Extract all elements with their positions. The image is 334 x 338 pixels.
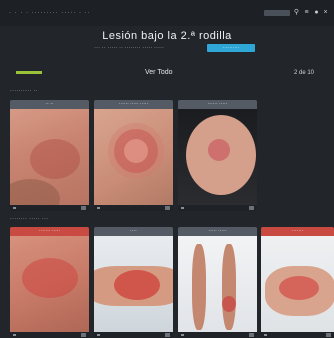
card-image[interactable] bbox=[10, 109, 89, 205]
section-title: ·········· ·· bbox=[10, 88, 38, 94]
image-card[interactable]: ······ ····· ····· bbox=[94, 100, 173, 211]
top-bar: · · · · ········· ····· · ·· ⚲ ≡ ● × bbox=[0, 0, 334, 26]
pagination-label: 2 de 10 bbox=[294, 70, 315, 76]
card-caption: ······ ····· bbox=[178, 100, 257, 109]
card-footer bbox=[10, 332, 89, 338]
image-card[interactable]: ····· ····· bbox=[178, 227, 257, 338]
section-title: ········ ····· ··· bbox=[10, 216, 49, 222]
card-caption: ······· bbox=[261, 227, 334, 236]
menu-icon[interactable]: ≡ bbox=[303, 9, 310, 16]
search-icon[interactable]: ⚲ bbox=[293, 9, 300, 16]
card-caption: ···· bbox=[94, 227, 173, 236]
card-caption: ·· ·· bbox=[10, 100, 89, 109]
card-footer bbox=[94, 205, 173, 211]
image-card[interactable]: ······· bbox=[261, 227, 334, 338]
page-title: Lesión bajo la 2.ª rodilla bbox=[102, 30, 232, 42]
top-nav-text[interactable]: · · · · ········· ····· · ·· bbox=[9, 10, 91, 16]
card-footer bbox=[261, 332, 334, 338]
page-subtitle: ··· ·· ····· ·· ········ ····· ····· bbox=[94, 45, 164, 51]
card-caption: ······· ····· bbox=[10, 227, 89, 236]
card-image[interactable] bbox=[178, 109, 257, 205]
image-card[interactable]: ······ ····· bbox=[178, 100, 257, 211]
card-footer bbox=[178, 332, 257, 338]
card-caption: ······ ····· ····· bbox=[94, 100, 173, 109]
image-card[interactable]: ·· ·· bbox=[10, 100, 89, 211]
search-input[interactable] bbox=[264, 10, 290, 16]
card-image[interactable] bbox=[94, 236, 173, 332]
card-image[interactable] bbox=[261, 236, 334, 332]
card-image[interactable] bbox=[178, 236, 257, 332]
view-all-label[interactable]: Ver Todo bbox=[145, 69, 173, 76]
image-card[interactable]: ···· bbox=[94, 227, 173, 338]
card-footer bbox=[94, 332, 173, 338]
card-image[interactable] bbox=[10, 236, 89, 332]
card-caption: ····· ····· bbox=[178, 227, 257, 236]
progress-bar bbox=[16, 71, 42, 74]
user-icon[interactable]: ● bbox=[313, 9, 320, 16]
card-footer bbox=[10, 205, 89, 211]
card-image[interactable] bbox=[94, 109, 173, 205]
card-footer bbox=[178, 205, 257, 211]
image-card[interactable]: ······· ····· bbox=[10, 227, 89, 338]
cta-button[interactable]: ·········· bbox=[207, 44, 255, 52]
close-icon[interactable]: × bbox=[322, 9, 329, 16]
